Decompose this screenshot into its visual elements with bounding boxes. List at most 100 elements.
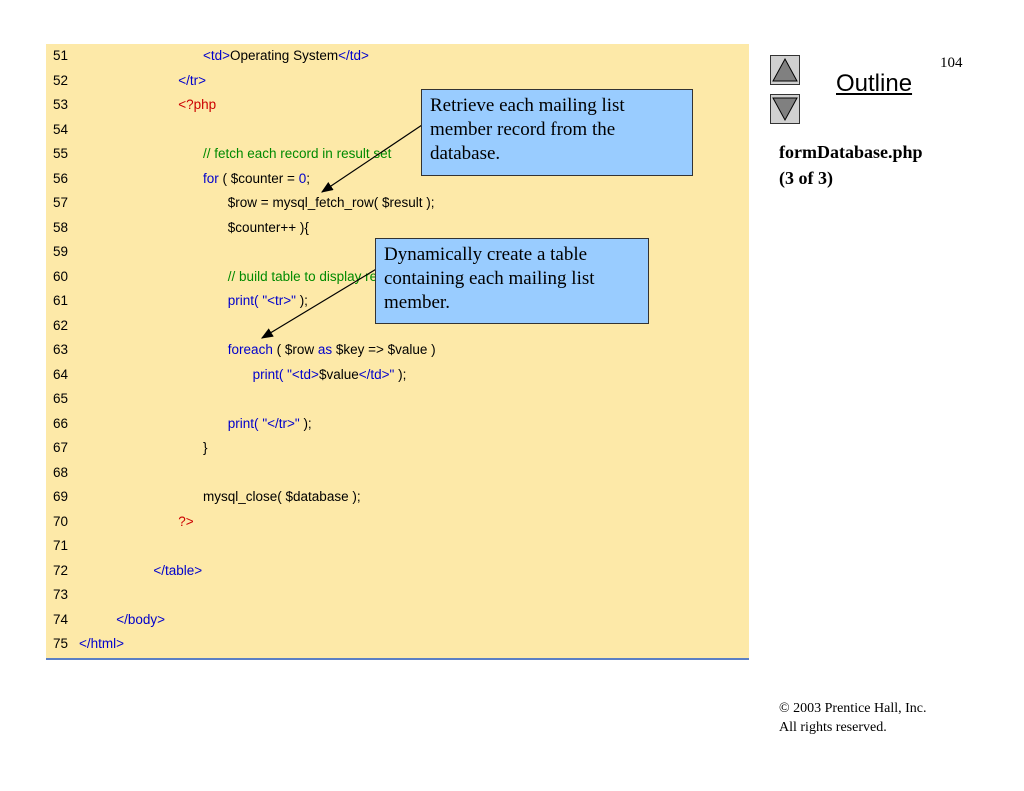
- line-number: 52: [53, 72, 69, 88]
- page-number: 104: [940, 55, 963, 71]
- line-number: 62: [53, 317, 69, 333]
- line-number: 67: [53, 440, 69, 455]
- line-number: 53: [53, 97, 69, 112]
- code-token: </td>": [358, 366, 395, 382]
- line-number: 65: [53, 391, 69, 406]
- code-token: ;: [306, 170, 310, 186]
- code-token: }: [203, 440, 208, 455]
- code-line: 65: [46, 387, 749, 412]
- code-text: $counter++ ){: [228, 216, 309, 241]
- code-token: foreach: [227, 342, 273, 357]
- line-number: 74: [53, 611, 69, 627]
- code-token: print(: [227, 293, 259, 308]
- code-line: 70 ?>: [46, 510, 749, 535]
- code-token: );: [394, 366, 407, 382]
- line-number: 71: [53, 538, 69, 553]
- code-line: 67}: [46, 436, 749, 461]
- code-line: 63 foreach ( $row as $key => $value ): [46, 338, 749, 363]
- callout-create-table: Dynamically create a table containing ea…: [375, 238, 649, 324]
- code-token: </body>: [116, 611, 165, 627]
- code-token: </table>: [153, 562, 203, 578]
- code-text: <td>Operating System</td>: [203, 44, 369, 69]
- code-token: "</tr>": [262, 415, 300, 431]
- line-number: 64: [53, 366, 69, 382]
- code-token: "<td>: [287, 366, 319, 382]
- code-line: 73: [46, 583, 749, 608]
- line-number: 58: [53, 219, 69, 235]
- code-token: <?php: [178, 97, 217, 112]
- code-line: 64 print( "<td>$value</td>" );: [46, 363, 749, 388]
- line-number: 68: [53, 464, 69, 480]
- code-line: 69 mysql_close( $database );: [46, 485, 749, 510]
- code-line: 51 <td>Operating System</td>: [46, 44, 749, 69]
- code-token: </tr>: [178, 72, 206, 88]
- code-token: );: [299, 415, 312, 431]
- code-text: </table>: [153, 559, 202, 584]
- code-line: 58 $counter++ ){: [46, 216, 749, 241]
- code-token: );: [295, 293, 308, 308]
- code-token: $row = mysql_fetch_row( $result );: [227, 195, 435, 210]
- code-text: }: [203, 436, 208, 461]
- code-text: for ( $counter = 0;: [203, 167, 310, 192]
- line-number: 72: [53, 562, 69, 578]
- code-token: "<tr>": [262, 293, 296, 308]
- line-number: 59: [53, 244, 69, 259]
- next-slide-button[interactable]: [770, 94, 800, 124]
- code-token: as: [317, 342, 333, 357]
- line-number: 69: [53, 489, 69, 504]
- code-token: </td>: [338, 48, 369, 63]
- line-number: 61: [53, 293, 69, 308]
- line-number: 60: [53, 268, 69, 284]
- code-text: ?>: [178, 510, 193, 535]
- file-title: formDatabase.php (3 of 3): [779, 139, 923, 191]
- line-number: 56: [53, 170, 69, 186]
- code-text: </tr>: [178, 69, 206, 94]
- code-token: ( $row: [272, 342, 318, 357]
- code-token: </html>: [79, 636, 125, 651]
- code-token: // fetch each record in result set: [203, 146, 392, 161]
- code-line: 57 $row = mysql_fetch_row( $result );: [46, 191, 749, 216]
- line-number: 51: [53, 48, 69, 63]
- code-text: mysql_close( $database );: [203, 485, 361, 510]
- code-text: print( "</tr>" );: [228, 412, 312, 437]
- line-number: 63: [53, 342, 69, 357]
- code-text: // fetch each record in result set: [203, 142, 391, 167]
- triangle-up-icon: [772, 57, 798, 82]
- code-line: 68: [46, 461, 749, 486]
- code-line: 66 print( "</tr>" );: [46, 412, 749, 437]
- copyright-notice: © 2003 Prentice Hall, Inc. All rights re…: [779, 699, 927, 737]
- copyright-line-2: All rights reserved.: [779, 720, 887, 735]
- code-line: 71: [46, 534, 749, 559]
- code-text: <?php: [178, 93, 216, 118]
- line-number: 55: [53, 146, 69, 161]
- file-name: formDatabase.php: [779, 142, 923, 162]
- code-token: $value: [318, 366, 359, 382]
- line-number: 70: [53, 513, 69, 529]
- code-token: ( $counter =: [218, 170, 299, 186]
- outline-link[interactable]: Outline: [836, 70, 912, 98]
- code-line: 75 </html>: [46, 632, 749, 657]
- code-text: print( "<tr>" );: [228, 289, 308, 314]
- code-text: foreach ( $row as $key => $value ): [228, 338, 436, 363]
- code-token: for: [203, 170, 219, 186]
- code-text: </html>: [79, 632, 124, 657]
- code-token: Operating System: [230, 48, 339, 63]
- line-number: 75: [53, 636, 69, 651]
- code-token: print(: [227, 415, 259, 431]
- code-token: <td>: [203, 48, 231, 63]
- previous-slide-button[interactable]: [770, 55, 800, 85]
- code-token: $key => $value ): [332, 342, 436, 357]
- copyright-line-1: © 2003 Prentice Hall, Inc.: [779, 701, 927, 716]
- line-number: 66: [53, 415, 69, 431]
- line-number: 73: [53, 587, 69, 602]
- callout-retrieve-records: Retrieve each mailing list member record…: [421, 89, 693, 176]
- code-line: 74 </body>: [46, 608, 749, 633]
- line-number: 54: [53, 121, 69, 137]
- code-text: </body>: [116, 608, 165, 633]
- line-number: 57: [53, 195, 69, 210]
- code-token: ?>: [178, 513, 194, 529]
- code-line: 72 </table>: [46, 559, 749, 584]
- code-text: $row = mysql_fetch_row( $result );: [228, 191, 435, 216]
- code-token: mysql_close( $database );: [203, 489, 361, 504]
- code-text: print( "<td>$value</td>" );: [253, 363, 407, 388]
